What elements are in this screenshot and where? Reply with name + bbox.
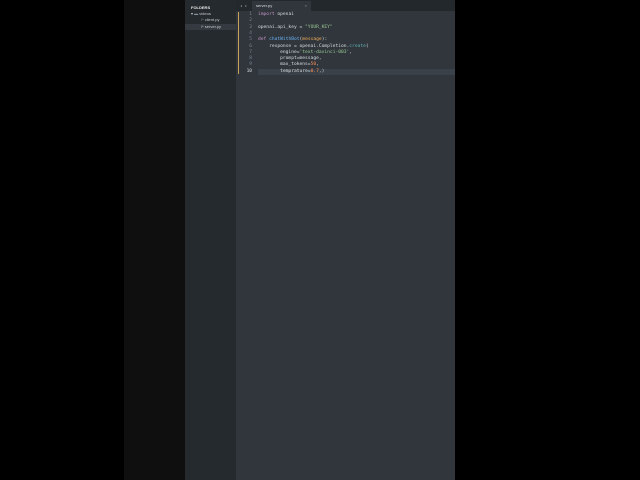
code-token: create [349,43,366,49]
code-line[interactable]: import openai [258,12,294,18]
code-token: chatWithBot [269,37,300,43]
code-token: engine= [258,49,300,55]
tab-bar: ◂ ▸ server.py × [236,0,455,11]
code-token: openai.api_key = [258,24,306,30]
code-token: response = openai.Completion. [258,43,350,49]
modified-gutter-marker [238,12,239,74]
code-token: , [349,49,353,55]
code-token: ( [365,43,369,49]
file-server[interactable]: /* server.py [185,24,236,30]
code-token: temprature= [258,68,311,74]
sidebar: FOLDERS ▾ ▬ videos /* client.py /* serve… [185,0,236,480]
close-icon[interactable]: × [305,1,307,11]
code-line[interactable]: temprature=0.7,) [258,68,455,75]
line-number: 10 [246,68,252,74]
code-token: ,) [318,68,325,74]
file-label: client.py [204,17,220,22]
code-token: "YOUR_KEY" [305,24,333,30]
code-line[interactable]: openai.api_key = "YOUR_KEY" [258,25,333,31]
code-token: max_tokens= [258,62,311,68]
code-token: 0.7 [310,68,319,74]
tab-server-py[interactable]: server.py × [252,1,311,11]
editor[interactable]: ◂ ▸ server.py × 1 import openai 2 3 openai.a… [236,0,455,480]
file-client[interactable]: /* client.py [201,17,219,23]
code-token: 'text-davinci-003' [299,49,350,55]
code-token: , [316,62,319,68]
code-token: message [302,37,322,43]
code-token: openai [274,12,294,17]
folder-label: videos [199,11,211,16]
folders-header: FOLDERS [191,5,211,10]
code-token: import [258,12,275,17]
code-token: prompt=message, [258,56,322,62]
background-panel [124,0,185,480]
file-label: server.py [204,24,222,29]
code-token: ): [321,37,328,43]
nav-arrows-icon[interactable]: ◂ ▸ [240,0,247,11]
tab-label: server.py [256,3,273,8]
